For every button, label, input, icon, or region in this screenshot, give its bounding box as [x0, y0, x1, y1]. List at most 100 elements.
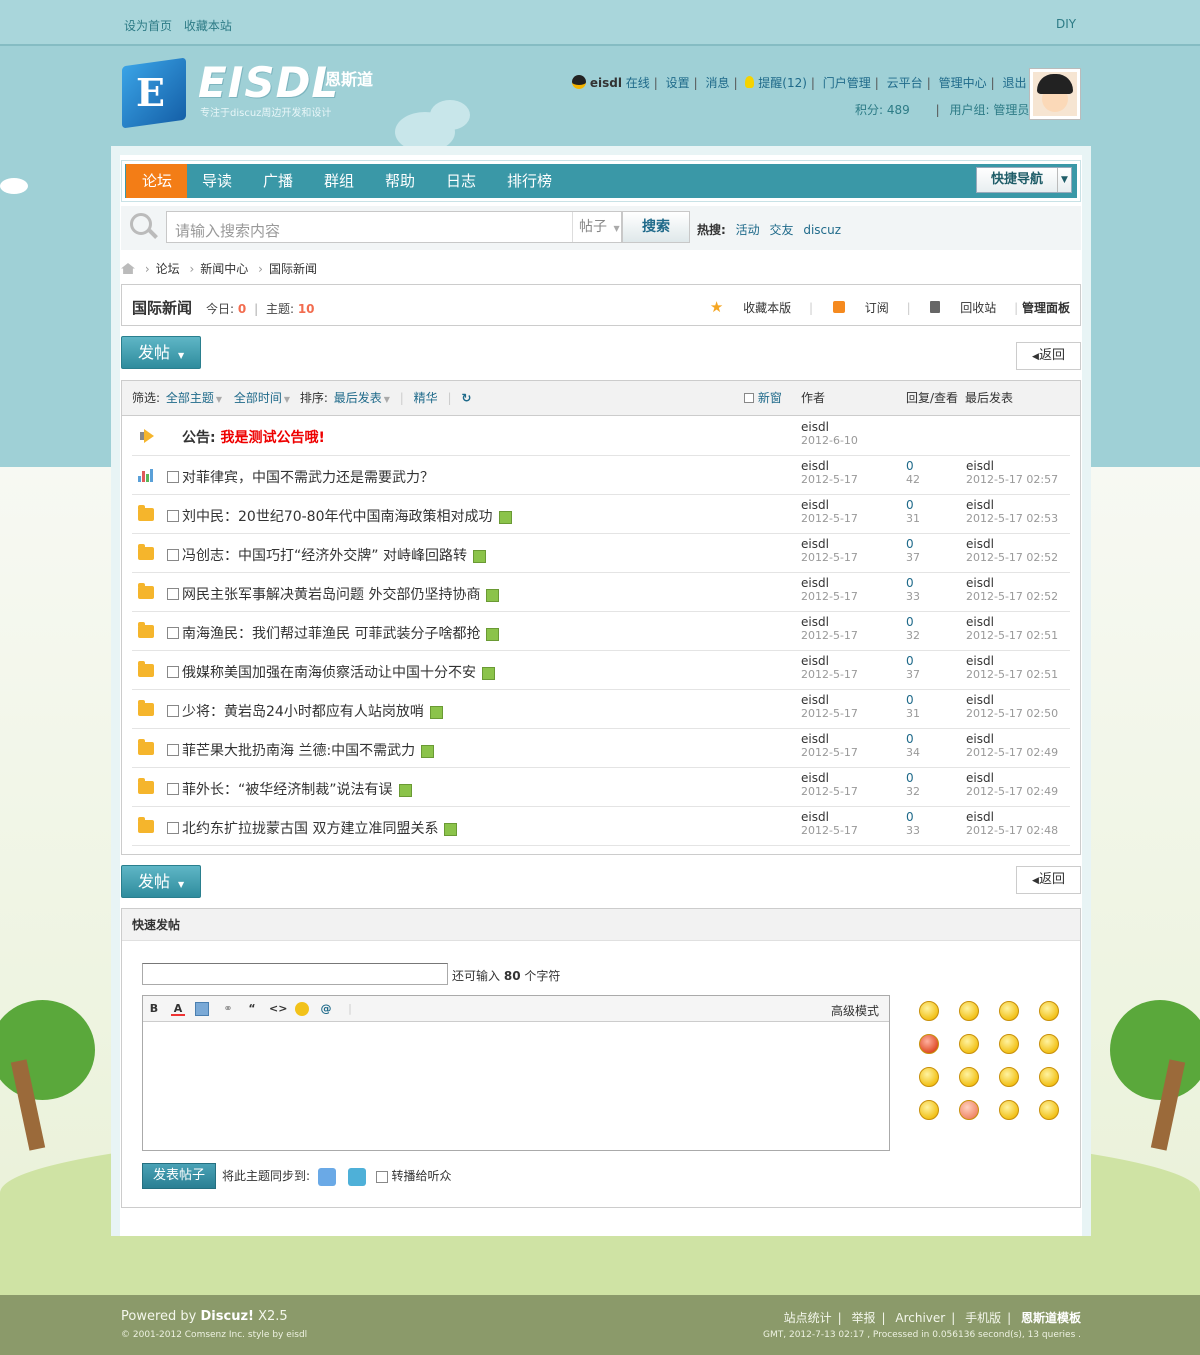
username-link[interactable]: eisdl — [590, 76, 622, 90]
smiley-icon[interactable] — [1039, 1067, 1059, 1087]
logout-link[interactable]: 退出 — [1002, 76, 1026, 90]
messages-link[interactable]: 消息 — [706, 76, 730, 90]
quote-icon[interactable]: “ — [245, 1002, 259, 1016]
quick-post-subject-input[interactable] — [142, 963, 448, 985]
reply-count[interactable]: 0 — [906, 811, 920, 824]
thread-row[interactable]: 俄媒称美国加强在南海侦察活动让中国十分不安 eisdl 2012-5-17 0 37 ei… — [132, 651, 1070, 690]
nav-item-broadcast[interactable]: 广播 — [263, 164, 293, 198]
thread-checkbox[interactable] — [167, 549, 179, 561]
thread-author[interactable]: eisdl 2012-5-17 — [801, 694, 858, 721]
hot-search-link[interactable]: 活动 — [736, 223, 760, 237]
smiley-icon[interactable] — [999, 1100, 1019, 1120]
thread-title[interactable]: 南海渔民：我们帮过菲渔民 可菲武装分子啥都抢 — [182, 623, 500, 643]
reply-count[interactable]: 0 — [906, 733, 920, 746]
reply-count[interactable]: 0 — [906, 499, 920, 512]
settings-link[interactable]: 设置 — [666, 76, 690, 90]
thread-checkbox[interactable] — [167, 666, 179, 678]
thread-title[interactable]: 菲芒果大批扔南海 兰德:中国不需武力 — [182, 740, 435, 760]
smiley-icon[interactable] — [1039, 1001, 1059, 1021]
breadcrumb-item[interactable]: 新闻中心 — [200, 262, 248, 276]
announcement-row[interactable]: 公告: 我是测试公告哦! eisdl 2012-6-10 — [132, 417, 1070, 456]
manage-panel-button[interactable]: 管理面板 — [1022, 301, 1070, 315]
footer-link-brand[interactable]: 恩斯道模板 — [1021, 1311, 1081, 1325]
back-button[interactable]: ◀返回 — [1016, 342, 1081, 370]
favorite-forum-button[interactable]: ★ 收藏本版 — [710, 298, 791, 316]
thread-checkbox[interactable] — [167, 627, 179, 639]
thread-row[interactable]: 南海渔民：我们帮过菲渔民 可菲武装分子啥都抢 eisdl 2012-5-17 0 32 e… — [132, 612, 1070, 651]
announcement-author[interactable]: eisdl 2012-6-10 — [801, 421, 858, 448]
thread-checkbox[interactable] — [167, 783, 179, 795]
thread-last-post[interactable]: eisdl 2012-5-17 02:51 — [966, 655, 1058, 682]
thread-last-post[interactable]: eisdl 2012-5-17 02:52 — [966, 577, 1058, 604]
thread-author[interactable]: eisdl 2012-5-17 — [801, 460, 858, 487]
reply-count[interactable]: 0 — [906, 694, 920, 707]
thread-row[interactable]: 菲外长：“被华经济制裁”说法有误 eisdl 2012-5-17 0 32 eisdl 20… — [132, 768, 1070, 807]
logo-text[interactable]: EISDL — [198, 58, 339, 107]
thread-last-post[interactable]: eisdl 2012-5-17 02:49 — [966, 772, 1058, 799]
discuz-link[interactable]: Discuz! — [201, 1309, 254, 1324]
reply-count[interactable]: 0 — [906, 460, 920, 473]
set-home-link[interactable]: 设为首页 — [124, 19, 172, 33]
quick-post-editor[interactable]: B A ⚭ “ <> @ | 高级模式 — [142, 995, 890, 1151]
thread-last-post[interactable]: eisdl 2012-5-17 02:57 — [966, 460, 1058, 487]
thread-row[interactable]: 网民主张军事解决黄岩岛问题 外交部仍坚持协商 eisdl 2012-5-17 0 33 e… — [132, 573, 1070, 612]
reply-count[interactable]: 0 — [906, 655, 920, 668]
search-button[interactable]: 搜索 — [622, 211, 690, 243]
thread-author[interactable]: eisdl 2012-5-17 — [801, 772, 858, 799]
hot-search-link[interactable]: discuz — [803, 223, 841, 237]
smiley-icon[interactable] — [919, 1067, 939, 1087]
thread-title[interactable]: 网民主张军事解决黄岩岛问题 外交部仍坚持协商 — [182, 584, 500, 604]
weibo-sync-icon[interactable] — [347, 1167, 366, 1186]
thread-row[interactable]: 少将：黄岩岛24小时都应有人站岗放哨 eisdl 2012-5-17 0 31 eisdl… — [132, 690, 1070, 729]
filter-digest[interactable]: 精华 — [414, 391, 438, 405]
search-type-select[interactable]: 帖子 ▼ — [572, 212, 622, 242]
thread-title[interactable]: 刘中民：20世纪70-80年代中国南海政策相对成功 — [182, 506, 512, 526]
recycle-bin-button[interactable]: 回收站 — [930, 301, 996, 315]
subscribe-button[interactable]: 订阅 — [832, 301, 889, 315]
hot-search-link[interactable]: 交友 — [769, 223, 793, 237]
cloud-platform-link[interactable]: 云平台 — [887, 76, 923, 90]
quick-nav-button[interactable]: 快捷导航 ▼ — [976, 167, 1072, 193]
smiley-icon[interactable] — [999, 1001, 1019, 1021]
thread-title[interactable]: 俄媒称美国加强在南海侦察活动让中国十分不安 — [182, 662, 495, 682]
thread-last-post[interactable]: eisdl 2012-5-17 02:52 — [966, 538, 1058, 565]
smiley-icon[interactable] — [959, 1001, 979, 1021]
footer-link-stats[interactable]: 站点统计 — [784, 1311, 832, 1325]
refresh-icon[interactable]: ↻ — [461, 391, 471, 405]
thread-checkbox[interactable] — [167, 705, 179, 717]
bookmark-site-link[interactable]: 收藏本站 — [184, 19, 232, 33]
back-button-bottom[interactable]: ◀返回 — [1016, 866, 1081, 894]
thread-checkbox[interactable] — [167, 510, 179, 522]
thread-checkbox[interactable] — [167, 471, 179, 483]
nav-item-help[interactable]: 帮助 — [385, 164, 415, 198]
smiley-icon[interactable] — [959, 1067, 979, 1087]
announcement-title[interactable]: 公告: 我是测试公告哦! — [182, 427, 325, 447]
thread-title[interactable]: 冯创志：中国巧打“经济外交牌” 对峙峰回路转 — [182, 545, 486, 565]
nav-item-ranking[interactable]: 排行榜 — [507, 164, 552, 198]
smiley-icon[interactable] — [959, 1034, 979, 1054]
diy-link[interactable]: DIY — [1056, 17, 1076, 31]
reply-count[interactable]: 0 — [906, 577, 920, 590]
at-icon[interactable]: @ — [319, 1002, 333, 1016]
smiley-icon[interactable] — [1039, 1034, 1059, 1054]
new-thread-button-bottom[interactable]: 发帖 ▼ — [121, 865, 201, 898]
footer-link-archiver[interactable]: Archiver — [895, 1311, 945, 1325]
thread-title[interactable]: 北约东扩拉拢蒙古国 双方建立准同盟关系 — [182, 818, 458, 838]
logo[interactable]: E — [122, 56, 192, 129]
sort-last-post[interactable]: 最后发表 — [334, 391, 382, 405]
thread-checkbox[interactable] — [167, 822, 179, 834]
reply-count[interactable]: 0 — [906, 538, 920, 551]
thread-title[interactable]: 少将：黄岩岛24小时都应有人站岗放哨 — [182, 701, 443, 721]
footer-link-mobile[interactable]: 手机版 — [965, 1311, 1001, 1325]
reply-count[interactable]: 0 — [906, 616, 920, 629]
filter-all-time[interactable]: 全部时间 — [234, 391, 282, 405]
bold-icon[interactable]: B — [147, 1002, 161, 1016]
online-status[interactable]: 在线 — [626, 76, 650, 90]
thread-last-post[interactable]: eisdl 2012-5-17 02:48 — [966, 811, 1058, 838]
thread-author[interactable]: eisdl 2012-5-17 — [801, 616, 858, 643]
home-icon[interactable] — [121, 263, 135, 274]
filter-all-threads[interactable]: 全部主题 — [166, 391, 214, 405]
thread-row[interactable]: 刘中民：20世纪70-80年代中国南海政策相对成功 eisdl 2012-5-17 0… — [132, 495, 1070, 534]
thread-checkbox[interactable] — [167, 744, 179, 756]
points[interactable]: 积分: 489 — [855, 103, 910, 117]
